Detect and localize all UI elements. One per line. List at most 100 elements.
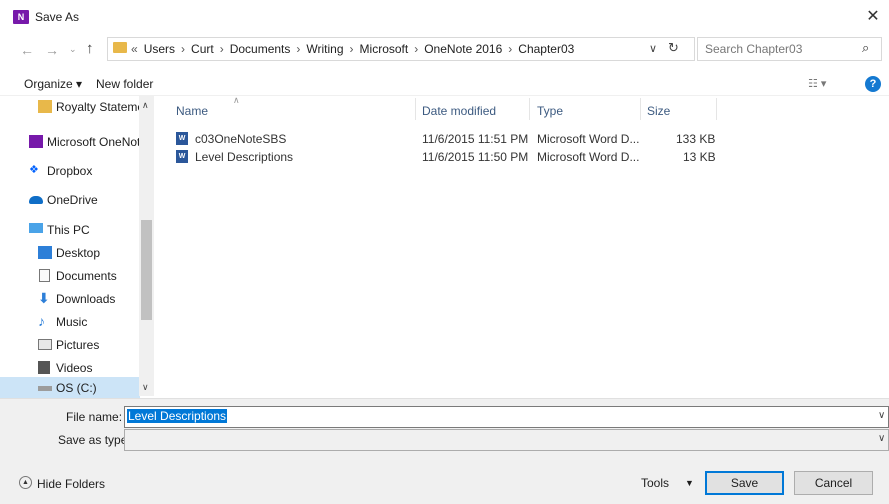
back-arrow-icon[interactable]: ← (20, 42, 34, 58)
up-arrow-icon[interactable]: ↑ (86, 40, 94, 57)
breadcrumb-item[interactable]: Chapter03 (518, 42, 574, 56)
nav-item-label: Downloads (56, 292, 116, 306)
nav-item-onedrive[interactable]: OneDrive (0, 189, 140, 211)
file-date: 11/6/2015 11:50 PM (422, 150, 529, 164)
videos-icon (38, 361, 50, 374)
breadcrumb-chevron-icon[interactable]: › (296, 42, 300, 56)
breadcrumb-chevron-icon[interactable]: › (508, 42, 512, 56)
file-name-field[interactable] (124, 406, 889, 428)
folder-icon (113, 42, 127, 53)
nav-scrollbar-thumb[interactable] (141, 220, 152, 320)
downloads-icon: ⬇ (38, 290, 50, 306)
word-document-icon: W (176, 150, 188, 163)
music-icon: ♪ (38, 313, 45, 329)
nav-item-label: Microsoft OneNot (47, 135, 140, 149)
file-name: c03OneNoteSBS (195, 132, 287, 146)
breadcrumb-item[interactable]: Writing (306, 42, 343, 56)
address-dropdown-icon[interactable]: ∨ (649, 42, 657, 55)
nav-item-videos[interactable]: Videos (0, 357, 140, 379)
nav-item-downloads[interactable]: ⬇ Downloads (0, 288, 140, 310)
file-name-input-text[interactable]: Level Descriptions (127, 409, 228, 423)
file-type: Microsoft Word D... (537, 132, 640, 146)
nav-item-music[interactable]: ♪ Music (0, 311, 140, 333)
file-size: 13 KB (683, 150, 716, 164)
nav-item-label: OneDrive (47, 193, 98, 207)
breadcrumb-chevron-icon[interactable]: › (414, 42, 418, 56)
close-button[interactable]: ✕ (862, 6, 884, 28)
nav-item-label: This PC (47, 223, 90, 237)
pictures-icon (38, 339, 52, 350)
drive-icon (38, 386, 52, 391)
cancel-button[interactable]: Cancel (794, 471, 873, 495)
column-divider[interactable] (529, 98, 530, 120)
scroll-down-icon[interactable]: ∨ (142, 382, 149, 393)
tools-button[interactable]: Tools (641, 476, 669, 490)
recent-locations-chevron-icon[interactable]: ⌄ (69, 44, 77, 55)
search-input[interactable]: Search Chapter03 (705, 42, 802, 56)
search-icon[interactable]: ⌕ (862, 40, 869, 56)
file-name-dropdown-icon[interactable]: ∨ (878, 410, 885, 421)
file-size: 133 KB (676, 132, 716, 146)
nav-item-dropbox[interactable]: ❖ Dropbox (0, 160, 140, 182)
column-header-type[interactable]: Type (537, 104, 563, 118)
nav-item-documents[interactable]: Documents (0, 265, 140, 287)
tools-dropdown-icon[interactable]: ▼ (685, 478, 694, 488)
column-header-size[interactable]: Size (647, 104, 670, 118)
nav-item-royalty-statements[interactable]: Royalty Stateme (0, 96, 140, 118)
nav-item-label: Music (56, 315, 88, 329)
save-as-type-select[interactable] (124, 429, 889, 451)
hide-folders-button[interactable]: Hide Folders (37, 477, 105, 491)
nav-item-label: Pictures (56, 338, 100, 352)
computer-icon (29, 223, 43, 233)
breadcrumb-item[interactable]: Documents (230, 42, 291, 56)
nav-item-label: Dropbox (47, 164, 93, 178)
nav-item-label: Videos (56, 361, 93, 375)
file-name-label: File name: (66, 410, 123, 424)
new-folder-button[interactable]: New folder (96, 77, 153, 91)
file-row[interactable]: W c03OneNoteSBS 11/6/2015 11:51 PM Micro… (168, 130, 728, 147)
file-type: Microsoft Word D... (537, 150, 640, 164)
breadcrumb-chevron-icon[interactable]: › (181, 42, 185, 56)
word-document-icon: W (176, 132, 188, 145)
scroll-up-icon[interactable]: ∧ (142, 100, 149, 111)
desktop-icon (38, 246, 52, 259)
file-date: 11/6/2015 11:51 PM (422, 132, 529, 146)
breadcrumb-chevron-icon[interactable]: › (220, 42, 224, 56)
navigation-pane: Royalty Stateme Microsoft OneNot ❖ Dropb… (0, 96, 154, 399)
breadcrumb-item[interactable]: OneNote 2016 (424, 42, 502, 56)
title-bar (0, 0, 889, 34)
nav-item-onenote[interactable]: Microsoft OneNot (0, 131, 140, 153)
breadcrumb-item[interactable]: Microsoft (360, 42, 409, 56)
sort-ascending-icon: ∧ (233, 95, 240, 105)
breadcrumb-chevron-icon[interactable]: › (350, 42, 354, 56)
change-view-icon[interactable]: ☷ ▾ (808, 77, 826, 90)
breadcrumb-item[interactable]: Users (144, 42, 175, 56)
save-button[interactable]: Save (705, 471, 784, 495)
organize-button[interactable]: Organize ▾ (24, 77, 82, 91)
collapse-icon[interactable]: ▲ (19, 476, 32, 489)
breadcrumb-item[interactable]: Curt (191, 42, 214, 56)
documents-icon (39, 269, 50, 282)
onedrive-icon (29, 196, 43, 204)
file-row[interactable]: W Level Descriptions 11/6/2015 11:50 PM … (168, 148, 728, 165)
nav-item-desktop[interactable]: Desktop (0, 242, 140, 264)
file-name: Level Descriptions (195, 150, 294, 164)
save-as-type-label: Save as type: (58, 433, 131, 447)
window-title: Save As (35, 10, 80, 24)
column-divider[interactable] (640, 98, 641, 120)
refresh-icon[interactable]: ↻ (668, 40, 679, 56)
nav-item-this-pc[interactable]: This PC (0, 219, 140, 241)
save-as-type-dropdown-icon[interactable]: ∨ (878, 433, 885, 444)
help-icon[interactable]: ? (865, 76, 881, 92)
column-header-name[interactable]: Name (176, 104, 208, 118)
nav-item-os-c[interactable]: OS (C:) (0, 377, 140, 399)
onenote-icon (29, 135, 43, 148)
breadcrumb-overflow-icon[interactable]: « (131, 42, 138, 56)
folder-icon (38, 100, 52, 113)
nav-item-pictures[interactable]: Pictures (0, 334, 140, 356)
column-header-date[interactable]: Date modified (422, 104, 496, 118)
column-divider[interactable] (716, 98, 717, 120)
nav-item-label: OS (C:) (56, 381, 97, 395)
forward-arrow-icon[interactable]: → (45, 42, 59, 58)
column-divider[interactable] (415, 98, 416, 120)
